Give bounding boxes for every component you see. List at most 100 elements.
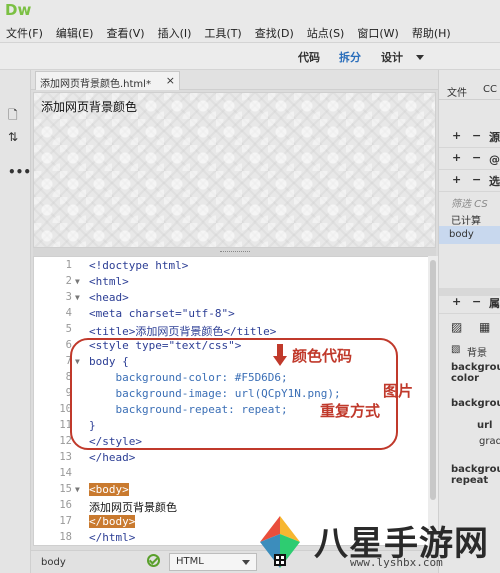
media-row[interactable]: +−@媒 <box>439 148 500 170</box>
code-line: <!doctype html> <box>89 259 189 272</box>
line-number: 10 <box>59 403 72 415</box>
plus-icon[interactable]: + <box>452 295 461 308</box>
watermark: 八星手游网 www.lyshbx.com <box>250 512 500 573</box>
watermark-url: www.lyshbx.com <box>350 556 443 569</box>
line-number: 9 <box>65 387 72 399</box>
tag-selector[interactable]: body <box>41 557 66 568</box>
menu-find[interactable]: 查找(D) <box>249 22 301 42</box>
line-number: 5 <box>65 323 72 335</box>
file-icon[interactable]: 🗋 <box>8 106 18 127</box>
line-number: 6 <box>65 339 72 351</box>
code-line: </body> <box>89 515 136 528</box>
line-number: 8 <box>65 371 72 383</box>
sources-row[interactable]: + − 源 <box>439 126 500 148</box>
check-icon <box>147 554 160 567</box>
code-view-button[interactable]: 代码 <box>298 49 320 65</box>
document-area: 添加网页背景颜色.html* × 添加网页背景颜色 1 <!doctype htm… <box>31 70 438 573</box>
menu-help[interactable]: 帮助(H) <box>406 22 458 42</box>
view-switcher: 代码 拆分 设计 <box>0 42 500 70</box>
menu-file[interactable]: 文件(F) <box>0 22 50 42</box>
tab-files[interactable]: 文件 <box>447 84 467 99</box>
split-view-button[interactable]: 拆分 <box>339 49 361 65</box>
scrollbar-thumb[interactable] <box>430 260 436 500</box>
document-tab[interactable]: 添加网页背景颜色.html* × <box>35 71 180 90</box>
chevron-down-icon <box>242 560 250 565</box>
computed-label[interactable]: 已计算 <box>451 212 481 227</box>
prop-url: url <box>477 420 493 431</box>
minus-icon[interactable]: − <box>472 173 481 186</box>
menu-tools[interactable]: 工具(T) <box>198 22 248 42</box>
grip-icon <box>220 251 250 253</box>
annotation-color-code: 颜色代码 <box>292 347 353 365</box>
plus-icon[interactable]: + <box>452 151 461 164</box>
background-section-label: 背景 <box>467 348 487 359</box>
fold-icon[interactable]: ▼ <box>75 277 80 286</box>
prop-background-repeat: background-repeat <box>451 464 500 486</box>
minus-icon[interactable]: − <box>472 151 481 164</box>
line-number: 17 <box>59 515 72 527</box>
line-number: 13 <box>59 451 72 463</box>
prop-background-image: background <box>451 398 500 409</box>
code-line: <body> <box>89 483 129 496</box>
format-select[interactable]: HTML <box>169 553 257 571</box>
code-line: </html> <box>89 531 136 544</box>
annotation-image: 图片 <box>383 382 414 400</box>
plus-icon[interactable]: + <box>452 129 461 142</box>
selectors-row[interactable]: + − 选 <box>439 170 500 192</box>
background-icon: ▧ <box>451 344 461 355</box>
line-number: 7 <box>65 355 72 367</box>
code-line: <head> <box>89 291 129 304</box>
line-number: 1 <box>65 259 72 271</box>
line-number: 12 <box>59 435 72 447</box>
line-number: 14 <box>59 467 72 479</box>
right-panel: 文件 CC +−源 +−@媒 +−选 筛选 CS 已计算 body +−属 ▨ … <box>438 70 500 573</box>
split-handle[interactable] <box>33 248 436 256</box>
fold-icon[interactable]: ▼ <box>75 293 80 302</box>
document-tabs: 添加网页背景颜色.html* × <box>31 70 438 90</box>
tab-cc[interactable]: CC <box>483 84 497 95</box>
design-view-button[interactable]: 设计 <box>381 49 403 65</box>
fold-icon[interactable]: ▼ <box>75 485 80 494</box>
plus-icon[interactable]: + <box>452 173 461 186</box>
document-tab-title: 添加网页背景颜色.html* <box>40 79 151 90</box>
line-number: 2 <box>65 275 72 287</box>
code-line: <title>添加网页背景颜色</title> <box>89 325 277 338</box>
right-panel-tabs: 文件 CC <box>439 80 500 100</box>
line-number: 18 <box>59 531 72 543</box>
line-number: 3 <box>65 291 72 303</box>
line-number: 15 <box>59 483 72 495</box>
menu-edit[interactable]: 编辑(E) <box>50 22 101 42</box>
prop-background-color: background-color <box>451 362 500 384</box>
dreamweaver-window: Dw 文件(F) 编辑(E) 查看(V) 插入(I) 工具(T) 查找(D) 站… <box>0 0 500 573</box>
close-icon[interactable]: × <box>166 74 175 87</box>
menu-insert[interactable]: 插入(I) <box>152 22 199 42</box>
code-line: <meta charset="utf-8"> <box>89 307 235 320</box>
menu-bar: 文件(F) 编辑(E) 查看(V) 插入(I) 工具(T) 查找(D) 站点(S… <box>0 22 500 42</box>
sort-icon[interactable]: ⇅ <box>8 130 18 144</box>
properties-row[interactable]: + − 属 <box>439 292 500 314</box>
line-number: 16 <box>59 499 72 511</box>
design-view[interactable]: 添加网页背景颜色 <box>33 92 436 248</box>
more-icon[interactable]: ••• <box>8 165 31 179</box>
code-line: 添加网页背景颜色 <box>89 501 177 514</box>
app-logo: Dw <box>5 1 32 19</box>
chevron-down-icon[interactable] <box>416 55 424 60</box>
text-icon[interactable]: ▦ <box>479 320 490 334</box>
menu-window[interactable]: 窗口(W) <box>351 22 405 42</box>
annotation-repeat-mode: 重复方式 <box>320 402 381 420</box>
minus-icon[interactable]: − <box>472 295 481 308</box>
left-toolbar: 🗋 ⇅ ••• <box>0 70 31 573</box>
code-scrollbar[interactable] <box>428 256 438 546</box>
menu-view[interactable]: 查看(V) <box>100 22 151 42</box>
menu-site[interactable]: 站点(S) <box>301 22 352 42</box>
title-bar: Dw <box>0 0 500 22</box>
minus-icon[interactable]: − <box>472 129 481 142</box>
selector-body[interactable]: body <box>439 226 500 244</box>
watermark-logo-icon <box>260 516 300 568</box>
filter-css-input[interactable]: 筛选 CS <box>451 195 488 210</box>
code-line: <html> <box>89 275 129 288</box>
line-number: 11 <box>59 419 72 431</box>
layout-icon[interactable]: ▨ <box>451 320 462 334</box>
design-view-text: 添加网页背景颜色 <box>41 100 138 114</box>
down-arrow-icon <box>273 344 287 366</box>
